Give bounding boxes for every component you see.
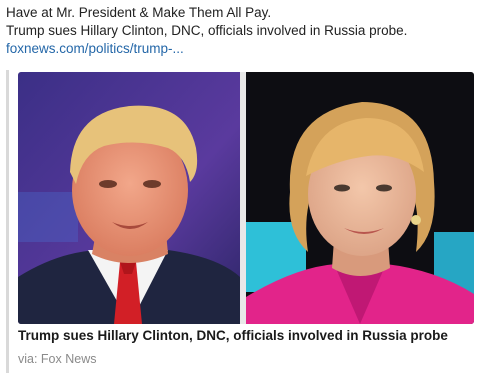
preview-image[interactable] [18, 72, 474, 324]
card-source: via: Fox News [18, 352, 97, 366]
post-line-2: Trump sues Hillary Clinton, DNC, officia… [6, 23, 408, 38]
post-body: Have at Mr. President & Make Them All Pa… [6, 4, 480, 58]
trump-photo [18, 72, 240, 324]
link-preview-card[interactable]: Trump sues Hillary Clinton, DNC, officia… [6, 70, 478, 373]
card-title[interactable]: Trump sues Hillary Clinton, DNC, officia… [18, 327, 478, 345]
article-link[interactable]: foxnews.com/politics/trump-... [6, 40, 480, 58]
post-line-1: Have at Mr. President & Make Them All Pa… [6, 5, 272, 20]
clinton-photo [246, 72, 474, 324]
